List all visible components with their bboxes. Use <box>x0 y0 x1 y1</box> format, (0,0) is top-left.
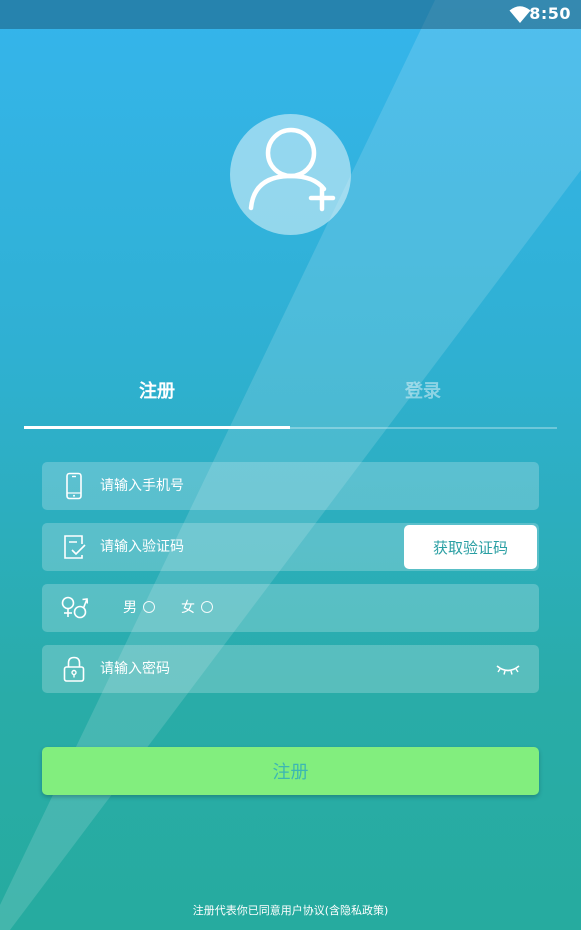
verify-code-input[interactable] <box>100 523 400 571</box>
agreement-link[interactable]: 注册代表你已同意用户协议(含隐私政策) <box>0 902 581 918</box>
wifi-icon <box>509 6 531 23</box>
status-time: 8:50 <box>529 4 571 23</box>
phone-field <box>42 462 539 510</box>
phone-input[interactable] <box>100 462 400 510</box>
register-screen: 8:50 注册 登录 请输入手机号 请输入验证码 获取验证码 男 女 注册 注册… <box>0 0 581 930</box>
tab-register[interactable]: 注册 <box>24 370 290 414</box>
password-input[interactable] <box>100 645 400 693</box>
password-field <box>42 645 539 693</box>
get-code-button[interactable]: 获取验证码 <box>404 525 537 569</box>
status-bar: 8:50 <box>0 0 581 29</box>
add-user-icon <box>248 127 336 212</box>
lock-icon <box>60 655 88 683</box>
gender-option-male[interactable]: 男 <box>123 584 155 632</box>
verify-code-icon <box>60 533 88 561</box>
verify-code-field: 获取验证码 <box>42 523 539 571</box>
register-submit-button[interactable]: 注册 <box>42 747 539 795</box>
gender-female-label: 女 <box>181 600 195 616</box>
gender-male-label: 男 <box>123 600 137 616</box>
gender-male-radio[interactable] <box>143 600 155 613</box>
gender-field: 男 女 <box>42 584 539 632</box>
gender-option-female[interactable]: 女 <box>181 584 213 632</box>
avatar[interactable] <box>230 114 351 235</box>
eye-closed-icon[interactable] <box>495 659 521 679</box>
phone-icon <box>60 472 88 500</box>
auth-tabs: 注册 登录 <box>24 370 557 430</box>
tab-indicator-active <box>24 426 290 429</box>
gender-icon <box>60 594 88 622</box>
gender-female-radio[interactable] <box>201 600 213 613</box>
tab-login[interactable]: 登录 <box>290 370 556 414</box>
